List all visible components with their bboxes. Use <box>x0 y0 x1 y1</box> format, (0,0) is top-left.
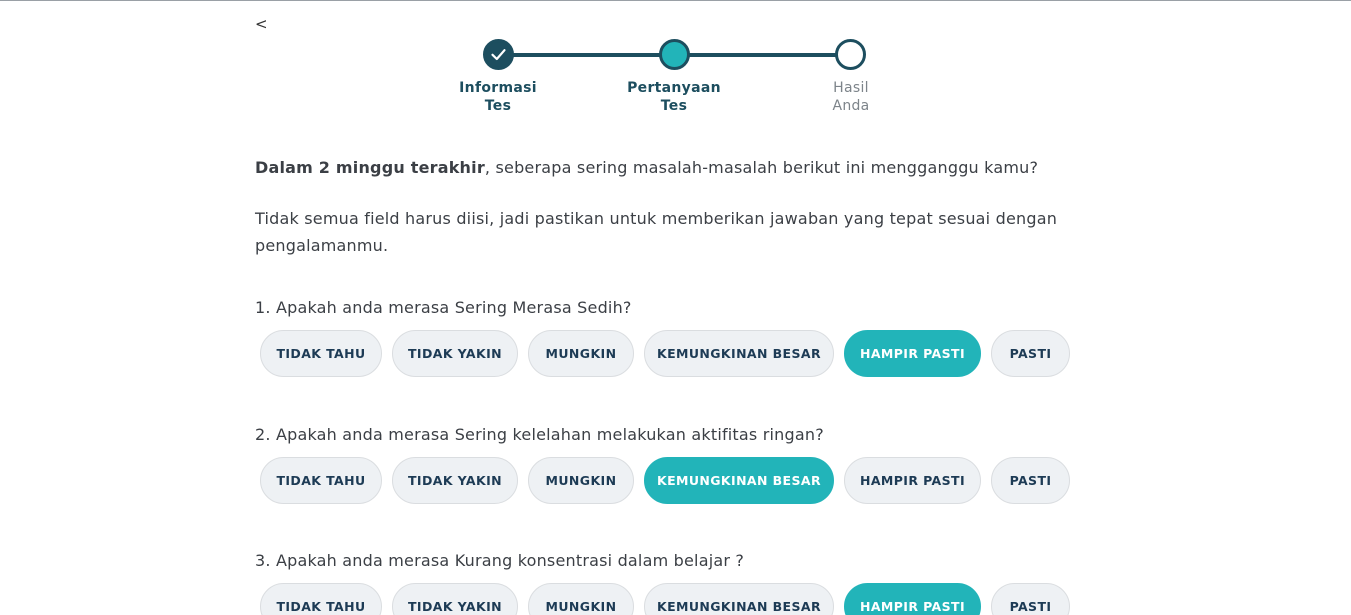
option-mungkin[interactable]: MUNGKIN <box>528 457 634 504</box>
step-connector <box>512 53 660 57</box>
progress-stepper: Informasi Tes Pertanyaan Tes Hasil Anda <box>0 0 1351 120</box>
instruction-text: Dalam 2 minggu terakhir, seberapa sering… <box>255 154 1075 181</box>
option-kemungkinan-besar[interactable]: KEMUNGKINAN BESAR <box>644 583 834 615</box>
option-hampir-pasti[interactable]: HAMPIR PASTI <box>844 330 981 377</box>
question-1-text: 1. Apakah anda merasa Sering Merasa Sedi… <box>255 298 632 317</box>
question-3-options: TIDAK TAHU TIDAK YAKIN MUNGKIN KEMUNGKIN… <box>260 583 1070 615</box>
option-mungkin[interactable]: MUNGKIN <box>528 330 634 377</box>
option-pasti[interactable]: PASTI <box>991 457 1070 504</box>
option-kemungkinan-besar[interactable]: KEMUNGKINAN BESAR <box>644 457 834 504</box>
question-3-text: 3. Apakah anda merasa Kurang konsentrasi… <box>255 551 745 570</box>
step-3-label: Hasil Anda <box>832 80 870 114</box>
option-tidak-yakin[interactable]: TIDAK YAKIN <box>392 330 518 377</box>
option-tidak-yakin[interactable]: TIDAK YAKIN <box>392 457 518 504</box>
option-mungkin[interactable]: MUNGKIN <box>528 583 634 615</box>
question-2-options: TIDAK TAHU TIDAK YAKIN MUNGKIN KEMUNGKIN… <box>260 457 1070 504</box>
option-hampir-pasti[interactable]: HAMPIR PASTI <box>844 583 981 615</box>
option-kemungkinan-besar[interactable]: KEMUNGKINAN BESAR <box>644 330 834 377</box>
question-1-options: TIDAK TAHU TIDAK YAKIN MUNGKIN KEMUNGKIN… <box>260 330 1070 377</box>
step-connector <box>689 53 837 57</box>
step-2-indicator <box>659 39 690 70</box>
option-tidak-tahu[interactable]: TIDAK TAHU <box>260 583 382 615</box>
question-2-text: 2. Apakah anda merasa Sering kelelahan m… <box>255 425 824 444</box>
option-tidak-yakin[interactable]: TIDAK YAKIN <box>392 583 518 615</box>
step-2-label: Pertanyaan Tes <box>627 80 721 114</box>
option-tidak-tahu[interactable]: TIDAK TAHU <box>260 457 382 504</box>
checkmark-icon <box>491 49 506 61</box>
instruction-emphasis: Dalam 2 minggu terakhir <box>255 158 485 177</box>
step-1-indicator <box>483 39 514 70</box>
step-1-label: Informasi Tes <box>459 80 537 114</box>
instruction-rest: , seberapa sering masalah-masalah beriku… <box>484 158 1039 177</box>
option-pasti[interactable]: PASTI <box>991 330 1070 377</box>
option-pasti[interactable]: PASTI <box>991 583 1070 615</box>
option-hampir-pasti[interactable]: HAMPIR PASTI <box>844 457 981 504</box>
option-tidak-tahu[interactable]: TIDAK TAHU <box>260 330 382 377</box>
instruction-note: Tidak semua field harus diisi, jadi past… <box>255 209 1058 255</box>
step-3-indicator <box>835 39 866 70</box>
